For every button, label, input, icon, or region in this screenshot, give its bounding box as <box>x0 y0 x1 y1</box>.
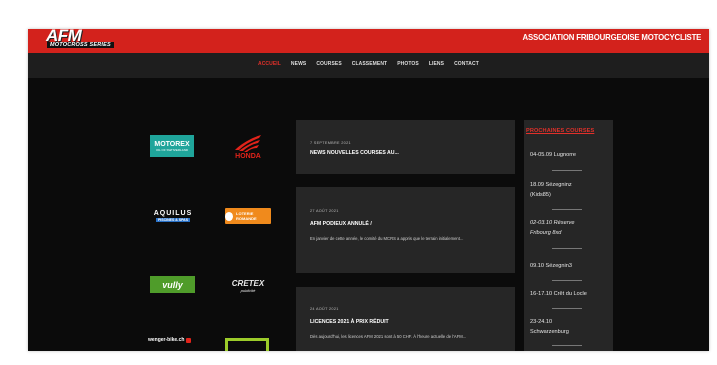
news-card[interactable]: 7 SEPTEMBRE 2021 NEWS NOUVELLES COURSES … <box>296 120 515 174</box>
nav-item-photos[interactable]: PHOTOS <box>397 61 419 67</box>
browser-viewport: AFM MOTOCROSS SERIES ASSOCIATION FRIBOUR… <box>28 29 709 351</box>
main-navigation: ACCUEIL NEWS COURSES CLASSEMENT PHOTOS L… <box>28 53 709 78</box>
upcoming-races-sidebar: PROCHAINES COURSES 04-05.09 Lugnorre 18.… <box>524 120 613 351</box>
sponsor-loterie-romande[interactable]: LOTERIE ROMANDE <box>225 208 271 224</box>
nav-item-courses[interactable]: COURSES <box>316 61 341 67</box>
race-divider <box>552 209 582 210</box>
nav-item-classement[interactable]: CLASSEMENT <box>352 61 387 67</box>
aquilus-label: AQUILUS <box>153 210 193 217</box>
news-excerpt: Dès aujourd'hui, les licences AFM 2021 s… <box>310 334 467 339</box>
motorex-tagline: OIL OF SWITZERLAND <box>155 147 189 152</box>
race-divider <box>552 345 582 346</box>
cretex-tagline: publicité <box>240 288 256 293</box>
race-item: 23-24.10 Schwarzenburg <box>530 319 569 335</box>
sponsor-vully[interactable]: vully <box>150 276 195 293</box>
sponsor-honda[interactable]: HONDA <box>225 129 271 163</box>
nav-menu: ACCUEIL NEWS COURSES CLASSEMENT PHOTOS L… <box>258 61 479 67</box>
news-title[interactable]: AFM PODIEUX ANNULÉ / <box>310 221 501 227</box>
wenger-label: wenger-bike.ch <box>148 337 185 343</box>
loterie-label: LOTERIE ROMANDE <box>236 211 257 221</box>
sponsor-green-logo[interactable] <box>225 338 269 351</box>
motorex-label: MOTOREX <box>154 140 190 148</box>
news-date: 27 AOÛT 2021 <box>310 209 339 213</box>
news-excerpt: En janvier de cette année, le comité du … <box>310 236 464 241</box>
vully-label: vully <box>162 279 183 290</box>
association-title: ASSOCIATION FRIBOURGEOISE MOTOCYCLISTE <box>522 32 701 42</box>
sponsor-motorex[interactable]: MOTOREX OIL OF SWITZERLAND <box>150 135 194 157</box>
race-item: 02-03.10 Réserve Fribourg 8xd <box>530 220 575 236</box>
race-divider <box>552 280 582 281</box>
loterie-clover-icon <box>225 211 234 221</box>
nav-item-contact[interactable]: CONTACT <box>454 61 479 67</box>
race-divider <box>552 248 582 249</box>
race-item: 18.09 Sézegninz (Kids85) <box>530 182 572 198</box>
race-item: 04-05.09 Lugnorre <box>530 152 577 158</box>
sidebar-title[interactable]: PROCHAINES COURSES <box>526 128 594 134</box>
news-card[interactable]: 24 AOÛT 2021 LICENCES 2021 À PRIX RÉDUIT… <box>296 287 515 351</box>
aquilus-tagline: PISCINES & SPAS <box>155 218 191 222</box>
cretex-label: CRETEX <box>231 279 265 288</box>
news-date: 24 AOÛT 2021 <box>310 307 339 311</box>
honda-label: HONDA <box>235 152 261 160</box>
sponsor-cretex[interactable]: CRETEX publicité <box>226 273 270 299</box>
nav-item-news[interactable]: NEWS <box>291 61 306 67</box>
race-divider <box>552 308 582 309</box>
afm-logo[interactable]: AFM MOTOCROSS SERIES <box>46 29 128 51</box>
logo-sub-text: MOTOCROSS SERIES <box>47 42 114 48</box>
swiss-cross-icon <box>186 337 192 343</box>
race-item: 09.10 Sézegnin3 <box>530 263 572 269</box>
sponsor-aquilus[interactable]: AQUILUS PISCINES & SPAS <box>150 207 196 225</box>
race-divider <box>552 170 582 171</box>
news-date: 7 SEPTEMBRE 2021 <box>310 141 351 145</box>
news-card[interactable]: 27 AOÛT 2021 AFM PODIEUX ANNULÉ / En jan… <box>296 187 515 273</box>
site-header: AFM MOTOCROSS SERIES ASSOCIATION FRIBOUR… <box>28 29 709 53</box>
nav-item-accueil[interactable]: ACCUEIL <box>258 61 281 67</box>
news-title[interactable]: LICENCES 2021 À PRIX RÉDUIT <box>310 319 501 325</box>
honda-wing-icon <box>235 134 261 152</box>
news-title[interactable]: NEWS NOUVELLES COURSES AU... <box>310 150 501 156</box>
nav-item-liens[interactable]: LIENS <box>429 61 444 67</box>
sponsor-wenger-bike[interactable]: wenger-bike.ch <box>148 334 198 346</box>
race-item: 16-17.10 Crêt du Locle <box>530 291 587 297</box>
